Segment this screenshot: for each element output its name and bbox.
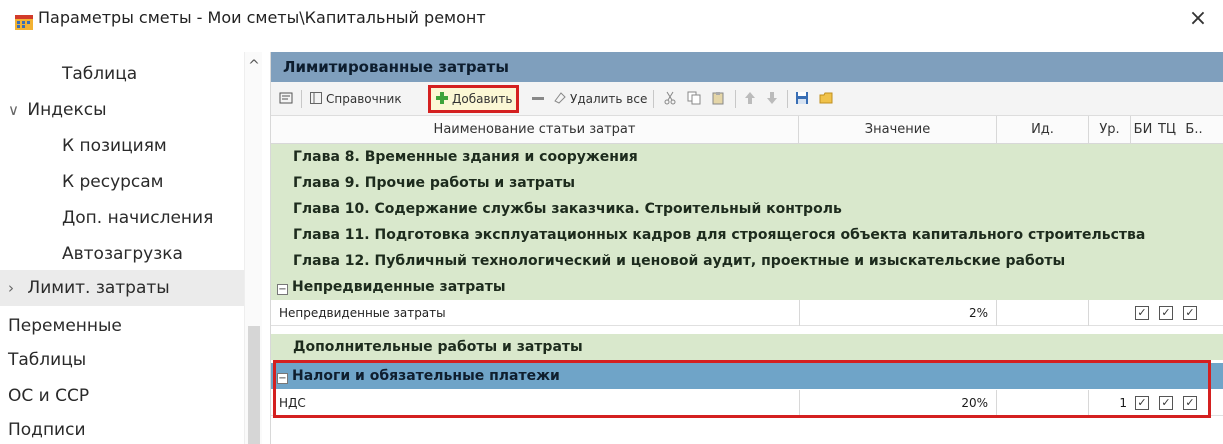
sidebar-item-tables[interactable]: Таблицы <box>0 342 244 378</box>
scrollbar-thumb[interactable] <box>248 326 260 444</box>
sidebar-item-autoload[interactable]: Автозагрузка <box>0 236 244 272</box>
table-row[interactable]: Глава 11. Подготовка эксплуатационных ка… <box>271 222 1223 248</box>
toolbar-divider <box>735 90 736 108</box>
row-level[interactable] <box>1089 300 1131 326</box>
sidebar-scrollbar[interactable]: ^ <box>244 52 262 444</box>
table-row[interactable]: Непредвиденные затраты 2% ✓ ✓ ✓ <box>271 300 1223 326</box>
row-label: Глава 8. Временные здания и сооружения <box>293 149 638 165</box>
sidebar-item-label: К ресурсам <box>62 172 164 192</box>
toolbar-divider <box>301 90 302 108</box>
row-label: Дополнительные работы и затраты <box>293 339 583 355</box>
sidebar-item-label: Переменные <box>8 316 122 336</box>
add-label: Добавить <box>452 92 513 106</box>
column-header-name[interactable]: Наименование статьи затрат <box>271 116 799 144</box>
column-header-bi[interactable]: БИ <box>1131 116 1155 144</box>
grid-header: Наименование статьи затрат Значение Ид. … <box>271 116 1223 144</box>
estimate-app-icon <box>15 15 33 30</box>
sidebar-item-label: ОС и ССР <box>8 386 90 406</box>
reference-label: Справочник <box>326 92 402 106</box>
bi-checkbox[interactable]: ✓ <box>1135 306 1149 320</box>
sidebar-item-label: Лимит. затраты <box>27 278 170 298</box>
column-header-b[interactable]: Б.. <box>1179 116 1209 144</box>
sidebar-item-label: К позициям <box>62 136 167 156</box>
row-label: Глава 12. Публичный технологический и це… <box>293 253 1066 269</box>
plus-icon <box>436 92 448 104</box>
sidebar-item-variables[interactable]: Переменные <box>0 308 244 344</box>
table-row[interactable]: Глава 10. Содержание службы заказчика. С… <box>271 196 1223 222</box>
table-row[interactable]: Глава 12. Публичный технологический и це… <box>271 248 1223 274</box>
table-row[interactable]: Дополнительные работы и затраты <box>271 334 1223 360</box>
row-value[interactable]: 2% <box>799 300 997 326</box>
book-icon <box>310 92 322 104</box>
column-header-value[interactable]: Значение <box>799 116 997 144</box>
toolbar: Справочник Добавить Удалить все <box>271 82 1223 116</box>
row-label: Глава 11. Подготовка эксплуатационных ка… <box>293 227 1146 243</box>
column-header-level[interactable]: Ур. <box>1089 116 1131 144</box>
collapse-icon[interactable]: − <box>277 284 288 295</box>
paste-icon[interactable] <box>711 88 728 110</box>
sidebar-item-os-ssr[interactable]: ОС и ССР <box>0 378 244 414</box>
toolbar-divider <box>653 90 654 108</box>
sidebar-item-label: Автозагрузка <box>62 244 183 264</box>
sidebar-item-limited-costs[interactable]: › Лимит. затраты <box>0 270 244 306</box>
sidebar-item-indexes[interactable]: ∨ Индексы <box>0 92 244 128</box>
table-row[interactable]: Глава 8. Временные здания и сооружения <box>271 144 1223 170</box>
row-label: Непредвиденные затраты <box>292 279 506 295</box>
chevron-down-icon[interactable]: ∨ <box>8 92 22 128</box>
chevron-right-icon[interactable]: › <box>8 270 22 306</box>
column-header-tc[interactable]: ТЦ <box>1155 116 1179 144</box>
limited-costs-panel: Лимитированные затраты Справочник Добави… <box>270 52 1223 444</box>
delete-all-button[interactable]: Удалить все <box>553 88 647 110</box>
properties-icon[interactable] <box>279 88 296 110</box>
column-header-id[interactable]: Ид. <box>997 116 1089 144</box>
move-up-icon[interactable] <box>743 88 760 110</box>
b-checkbox[interactable]: ✓ <box>1183 306 1197 320</box>
window-title: Параметры сметы - Мои сметы\Капитальный … <box>38 8 486 27</box>
row-label: Глава 10. Содержание службы заказчика. С… <box>293 201 842 217</box>
move-down-icon[interactable] <box>765 88 782 110</box>
toolbar-divider <box>787 90 788 108</box>
sidebar-item-label: Подписи <box>8 420 86 440</box>
sidebar-item-to-resources[interactable]: К ресурсам <box>0 164 244 200</box>
sidebar-item-label: Доп. начисления <box>62 208 214 228</box>
sidebar-item-label: Таблица <box>62 64 138 84</box>
open-folder-icon[interactable] <box>819 88 836 110</box>
add-button[interactable]: Добавить <box>428 85 520 113</box>
sidebar-item-to-positions[interactable]: К позициям <box>0 128 244 164</box>
highlight-outline <box>273 360 1211 418</box>
table-row-group[interactable]: − Непредвиденные затраты <box>271 274 1223 300</box>
cut-icon[interactable] <box>663 88 680 110</box>
settings-sidebar: Таблица ∨ Индексы К позициям К ресурсам … <box>0 52 262 444</box>
sidebar-item-label: Индексы <box>27 100 107 120</box>
copy-icon[interactable] <box>687 88 704 110</box>
minus-icon[interactable] <box>531 88 548 110</box>
reference-button[interactable]: Справочник <box>309 88 402 110</box>
sidebar-item-label: Таблицы <box>8 350 87 370</box>
panel-title: Лимитированные затраты <box>271 52 1223 82</box>
title-bar: Параметры сметы - Мои сметы\Капитальный … <box>0 0 1223 40</box>
scroll-up-icon[interactable]: ^ <box>245 58 263 74</box>
row-label: Непредвиденные затраты <box>279 306 446 320</box>
save-icon[interactable] <box>795 88 812 110</box>
close-icon[interactable]: × <box>1183 4 1213 34</box>
sidebar-item-table[interactable]: Таблица <box>0 56 244 92</box>
tc-checkbox[interactable]: ✓ <box>1159 306 1173 320</box>
delete-all-label: Удалить все <box>570 92 648 106</box>
row-id-cell[interactable] <box>997 300 1089 326</box>
sidebar-item-signatures[interactable]: Подписи <box>0 412 244 444</box>
eraser-icon <box>554 92 566 104</box>
table-row[interactable]: Глава 9. Прочие работы и затраты <box>271 170 1223 196</box>
sidebar-item-extra-charges[interactable]: Доп. начисления <box>0 200 244 236</box>
row-label: Глава 9. Прочие работы и затраты <box>293 175 576 191</box>
